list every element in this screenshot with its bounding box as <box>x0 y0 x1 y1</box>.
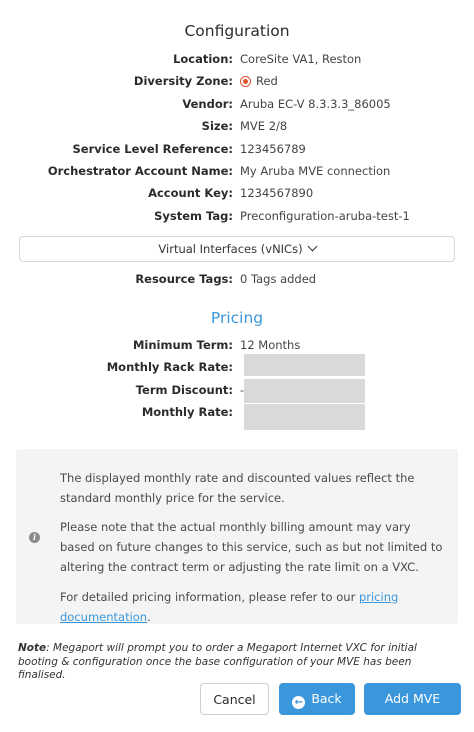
minimum-term-row: Minimum Term: 12 Months <box>0 336 474 356</box>
add-mve-button[interactable]: Add MVE <box>364 683 461 715</box>
monthly-rate-redacted <box>244 404 365 430</box>
chevron-down-icon <box>307 241 318 252</box>
vnics-toggle[interactable]: Virtual Interfaces (vNICs) <box>19 236 455 262</box>
back-button[interactable]: ← Back <box>279 683 355 715</box>
orchestrator-account-name-row: Orchestrator Account Name: My Aruba MVE … <box>0 162 474 182</box>
monthly-rack-rate-redacted <box>244 354 365 376</box>
cancel-button[interactable]: Cancel <box>200 683 269 715</box>
minimum-term-label: Minimum Term: <box>132 338 233 352</box>
location-row: Location: CoreSite VA1, Reston <box>0 50 474 70</box>
location-label: Location: <box>173 52 233 66</box>
minimum-term-value: 12 Months <box>240 338 301 352</box>
size-value: MVE 2/8 <box>240 119 288 133</box>
service-level-reference-value: 123456789 <box>240 142 306 156</box>
megaport-note: Note: Megaport will prompt you to order … <box>18 642 417 681</box>
term-discount-redacted <box>244 379 365 403</box>
orchestrator-account-name-label: Orchestrator Account Name: <box>47 164 233 178</box>
account-key-label: Account Key: <box>148 186 233 200</box>
monthly-rate-row: Monthly Rate: <box>0 403 474 423</box>
account-key-value: 1234567890 <box>240 186 314 200</box>
monthly-rack-rate-label: Monthly Rack Rate: <box>106 360 233 374</box>
system-tag-value: Preconfiguration-aruba-test-1 <box>240 209 410 223</box>
info-paragraph-3: For detailed pricing information, please… <box>60 590 399 624</box>
account-key-row: Account Key: 1234567890 <box>0 184 474 204</box>
resource-tags-label: Resource Tags: <box>135 272 233 286</box>
orchestrator-account-name-value: My Aruba MVE connection <box>240 164 391 178</box>
diversity-zone-row: Diversity Zone: Red <box>0 72 474 92</box>
info-paragraph-2: Please note that the actual monthly bill… <box>60 520 443 574</box>
vnics-toggle-label: Virtual Interfaces (vNICs) <box>158 242 303 256</box>
location-value: CoreSite VA1, Reston <box>240 52 362 66</box>
system-tag-row: System Tag: Preconfiguration-aruba-test-… <box>0 207 474 227</box>
monthly-rack-rate-row: Monthly Rack Rate: <box>0 358 474 378</box>
size-row: Size: MVE 2/8 <box>0 117 474 137</box>
info-icon: i <box>29 532 40 543</box>
resource-tags-row: Resource Tags: 0 Tags added <box>0 270 474 290</box>
service-level-reference-row: Service Level Reference: 123456789 <box>0 140 474 160</box>
size-label: Size: <box>201 119 233 133</box>
system-tag-label: System Tag: <box>154 209 233 223</box>
configuration-title: Configuration <box>184 22 290 40</box>
pricing-title: Pricing <box>210 309 264 327</box>
term-discount-label: Term Discount: <box>135 383 233 397</box>
vendor-value: Aruba EC-V 8.3.3.3_86005 <box>240 97 391 111</box>
arrow-left-icon: ← <box>292 696 306 709</box>
service-level-reference-label: Service Level Reference: <box>72 142 233 156</box>
vendor-label: Vendor: <box>182 97 233 111</box>
monthly-rate-label: Monthly Rate: <box>141 405 233 419</box>
info-paragraph-1: The displayed monthly rate and discounte… <box>60 471 415 505</box>
diversity-zone-red-icon <box>240 76 251 87</box>
resource-tags-value: 0 Tags added <box>240 272 317 286</box>
diversity-zone-value: Red <box>256 74 278 88</box>
diversity-zone-label: Diversity Zone: <box>133 74 233 88</box>
vendor-row: Vendor: Aruba EC-V 8.3.3.3_86005 <box>0 95 474 115</box>
term-discount-row: Term Discount: <box>0 381 474 401</box>
